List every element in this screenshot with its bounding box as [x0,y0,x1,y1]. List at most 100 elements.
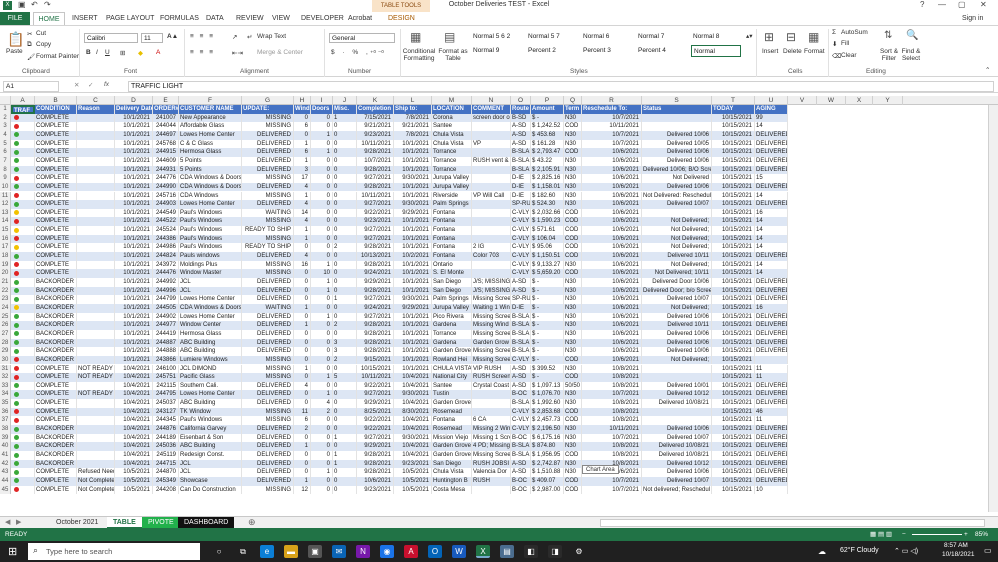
table-cell[interactable]: Not Delivered: Reschedul [642,191,712,201]
table-cell[interactable]: 10/15/2021 [712,355,755,365]
column-header[interactable]: W [817,96,846,105]
table-cell[interactable]: 0 [311,485,333,495]
table-cell[interactable]: Eisenbart & Son [179,433,242,443]
column-header[interactable]: F [179,96,242,105]
table-cell[interactable]: 0 [333,278,357,287]
table-cell[interactable]: 10/11/2021 [357,139,394,149]
table-header-cell[interactable]: ORDER# [153,105,179,114]
table-cell[interactable]: 0 [294,329,311,339]
table-cell[interactable]: NOT READY [77,373,115,382]
table-cell[interactable]: $ 182.60 [531,191,564,201]
style-cell[interactable]: Normal 7 [636,31,686,43]
table-cell[interactable]: 0 [294,355,311,365]
table-cell[interactable]: 244386 [153,234,179,244]
row-number[interactable]: 42 [0,459,11,469]
traffic-light-cell[interactable] [11,286,35,296]
table-cell[interactable]: 0 [311,303,333,313]
cancel-entry-icon[interactable]: ✕ [74,81,79,89]
table-cell[interactable]: 14 [755,234,788,244]
row-number[interactable]: 22 [0,286,11,296]
table-cell[interactable]: 10/8/2021 [582,416,642,426]
table-cell[interactable]: 242115 [153,381,179,391]
table-cell[interactable]: 10/8/2021 [582,381,642,391]
tab-review[interactable]: REVIEW [236,12,264,25]
table-cell[interactable]: 10/15/2021 [712,347,755,356]
table-cell[interactable]: N30 [564,260,582,270]
table-cell[interactable]: 245524 [153,226,179,235]
table-cell[interactable]: $ 571.61 [531,226,564,235]
number-format-icons[interactable]: $ · % , [331,49,371,56]
table-cell[interactable]: $ 1,956.95 [531,451,564,460]
row-number[interactable]: 40 [0,442,11,451]
table-cell[interactable] [77,321,115,330]
table-cell[interactable]: COD [564,373,582,382]
table-cell[interactable]: BACKORDER [35,329,77,339]
traffic-light-cell[interactable] [11,200,35,209]
excel-taskbar-icon[interactable]: X [476,545,490,558]
table-cell[interactable]: COMPLETE [35,130,77,140]
table-cell[interactable]: C-VLY [511,234,531,244]
table-cell[interactable] [642,364,712,374]
table-cell[interactable]: 10/6/2021 [582,312,642,322]
table-cell[interactable]: 0 [311,200,333,209]
traffic-light-cell[interactable] [11,303,35,313]
table-cell[interactable]: 10/6/2021 [582,234,642,244]
table-cell[interactable]: 10/1/2021 [115,217,153,227]
table-cell[interactable]: COMPLETE [35,243,77,253]
table-cell[interactable]: COD [564,485,582,495]
table-cell[interactable] [77,243,115,253]
table-cell[interactable] [642,113,712,123]
table-cell[interactable]: 0 [311,329,333,339]
table-cell[interactable]: Lowes Home Center [179,312,242,322]
table-cell[interactable]: COMPLETE [35,260,77,270]
row-number[interactable]: 2 [0,113,11,123]
table-cell[interactable]: DELIVERED [242,252,294,261]
table-cell[interactable]: MISSING [242,373,294,382]
table-cell[interactable]: 1 [294,226,311,235]
table-cell[interactable]: $ 95.06 [531,243,564,253]
table-cell[interactable]: COD [564,407,582,417]
table-cell[interactable]: 9/27/2021 [357,234,394,244]
table-cell[interactable]: CDA Windows & Doors [179,174,242,183]
row-number[interactable]: 7 [0,156,11,166]
table-cell[interactable]: 99 [755,113,788,123]
traffic-light-cell[interactable] [11,451,35,460]
table-cell[interactable] [77,433,115,443]
table-cell[interactable]: DELIVERED [755,182,788,192]
column-header[interactable]: C [77,96,115,105]
table-cell[interactable]: COMPLETE [35,373,77,382]
cut-icon[interactable]: ✂ [27,30,32,38]
table-cell[interactable]: 244799 [153,295,179,304]
table-cell[interactable]: 10/4/2021 [115,381,153,391]
table-cell[interactable]: DELIVERED [755,451,788,460]
table-cell[interactable]: Jurupa Valley [432,174,472,183]
fill-color-icon[interactable]: ◆ [138,49,143,57]
table-cell[interactable]: COMPLETE [35,252,77,261]
table-cell[interactable]: B-OC [511,485,531,495]
table-cell[interactable]: 1 [311,312,333,322]
table-cell[interactable]: A-SD [511,381,531,391]
table-cell[interactable]: 0 [294,269,311,278]
table-cell[interactable]: B-SLA [511,347,531,356]
table-cell[interactable]: $ 2,825.16 [531,174,564,183]
table-cell[interactable]: Can Do Construction [179,485,242,495]
table-cell[interactable]: 9/15/2021 [357,355,394,365]
table-cell[interactable]: 10/15/2021 [712,329,755,339]
table-cell[interactable]: N30 [564,303,582,313]
table-cell[interactable]: 10/1/2021 [115,347,153,356]
table-cell[interactable]: N30 [564,113,582,123]
traffic-light-cell[interactable] [11,364,35,374]
table-cell[interactable]: 9/24/2021 [357,303,394,313]
table-cell[interactable]: $ 43.22 [531,156,564,166]
table-cell[interactable]: 0 [294,243,311,253]
table-cell[interactable]: 10/6/2021 [582,252,642,261]
table-cell[interactable]: 10/15/2021 [712,399,755,408]
table-cell[interactable]: Not Delivered; [642,355,712,365]
table-cell[interactable]: 10/6/2021 [582,338,642,348]
table-cell[interactable]: BACKORDER [35,347,77,356]
table-cell[interactable]: Jurupa Valley [432,182,472,192]
table-cell[interactable]: MISSING [242,174,294,183]
acrobat-icon[interactable]: A [404,545,418,558]
row-number[interactable]: 44 [0,476,11,486]
table-cell[interactable] [642,208,712,218]
